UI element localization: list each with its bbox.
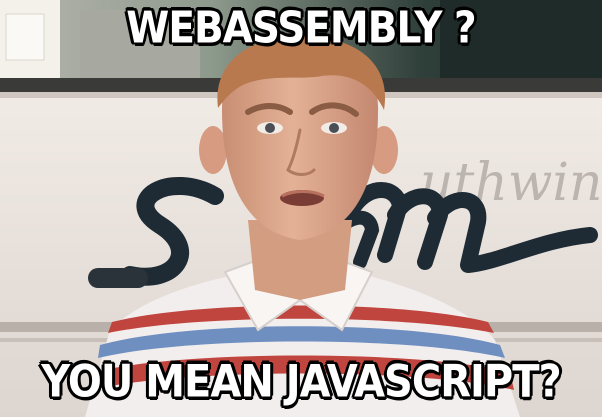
top-caption: WEBASSEMBLY ? — [126, 3, 476, 54]
meme-image: uthwind — [0, 0, 602, 417]
bottom-caption: YOU MEAN JAVASCRIPT? — [41, 356, 561, 408]
